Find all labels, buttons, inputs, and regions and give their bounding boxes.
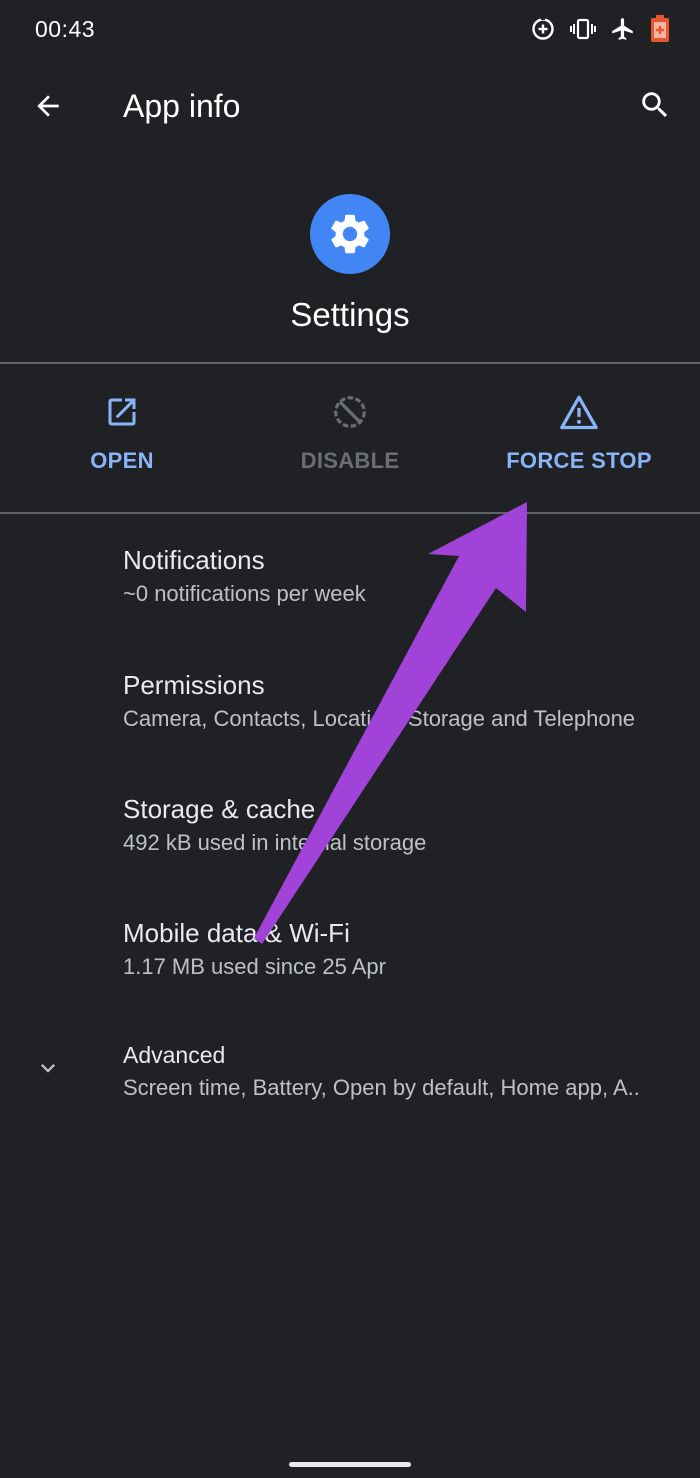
- chevron-down-icon: [34, 1054, 62, 1082]
- back-arrow-icon: [32, 90, 64, 127]
- force-stop-button[interactable]: FORCE STOP: [479, 394, 679, 474]
- open-external-icon: [104, 394, 140, 435]
- settings-gear-icon: [310, 194, 390, 274]
- app-bar: App info: [0, 70, 700, 144]
- item-subtitle: 492 kB used in internal storage: [123, 830, 427, 855]
- disable-button[interactable]: DISABLE: [250, 394, 450, 474]
- list-item-mobile-data[interactable]: Mobile data & Wi-Fi 1.17 MB used since 2…: [0, 918, 700, 998]
- action-row: OPEN DISABLE FORCE STOP: [0, 364, 700, 512]
- status-icons: [530, 14, 670, 44]
- airplane-mode-icon: [610, 16, 636, 42]
- search-icon: [638, 88, 672, 127]
- status-time: 00:43: [35, 16, 96, 42]
- list-item-advanced[interactable]: Advanced Screen time, Battery, Open by d…: [0, 1042, 700, 1112]
- divider: [0, 512, 700, 514]
- list-item-storage[interactable]: Storage & cache 492 kB used in internal …: [0, 794, 700, 874]
- item-subtitle: ~0 notifications per week: [123, 581, 366, 606]
- open-label: OPEN: [90, 448, 154, 473]
- gesture-navigation-bar[interactable]: [289, 1462, 411, 1467]
- page-title: App info: [123, 88, 241, 124]
- back-button[interactable]: [26, 86, 70, 130]
- item-title: Permissions: [123, 670, 265, 700]
- app-header: Settings: [0, 190, 700, 333]
- item-title: Mobile data & Wi-Fi: [123, 918, 350, 948]
- list-item-permissions[interactable]: Permissions Camera, Contacts, Location, …: [0, 670, 700, 750]
- disable-icon: [331, 393, 369, 436]
- item-title: Storage & cache: [123, 794, 316, 824]
- item-title: Advanced: [123, 1042, 226, 1068]
- item-subtitle: 1.17 MB used since 25 Apr: [123, 954, 386, 979]
- battery-saver-icon: [650, 15, 670, 43]
- vibrate-icon: [570, 16, 596, 42]
- force-stop-label: FORCE STOP: [506, 448, 652, 473]
- item-subtitle: Camera, Contacts, Location, Storage and …: [123, 706, 636, 731]
- disable-label: DISABLE: [300, 448, 400, 473]
- item-subtitle: Screen time, Battery, Open by default, H…: [123, 1075, 640, 1100]
- search-button[interactable]: [632, 84, 678, 130]
- open-button[interactable]: OPEN: [22, 394, 222, 474]
- warning-icon: [559, 394, 599, 435]
- data-saver-icon: [530, 16, 556, 42]
- item-title: Notifications: [123, 545, 265, 575]
- status-bar: 00:43: [0, 0, 700, 60]
- list-item-notifications[interactable]: Notifications ~0 notifications per week: [0, 545, 700, 625]
- app-name: Settings: [290, 296, 410, 333]
